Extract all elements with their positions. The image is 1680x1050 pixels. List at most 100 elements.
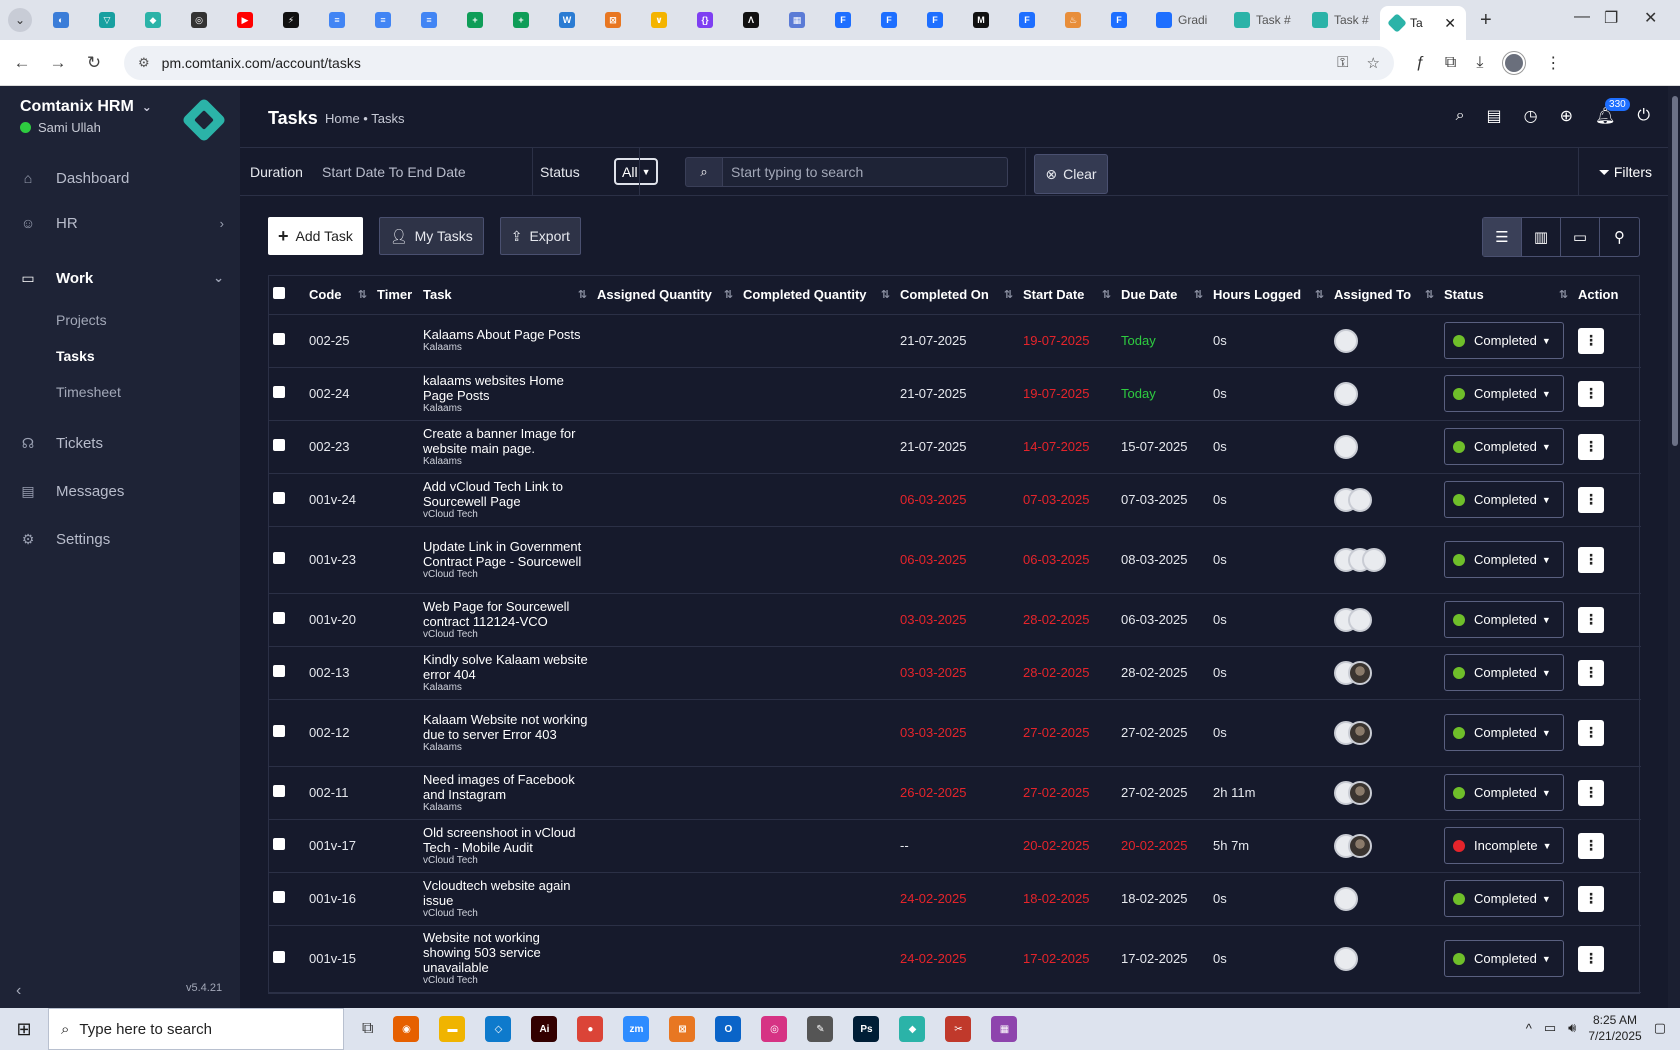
- taskbar-app-icon[interactable]: Ps: [853, 1016, 880, 1042]
- page-scrollbar[interactable]: [1668, 86, 1680, 1008]
- search-input[interactable]: [723, 157, 1008, 187]
- table-row[interactable]: 001v-20 Web Page for Sourcewell contract …: [269, 593, 1641, 647]
- filters-button[interactable]: ⏷ Filters: [1599, 164, 1652, 181]
- column-header-task[interactable]: Task ⇅: [419, 276, 593, 315]
- calendar-view-icon[interactable]: ▭: [1561, 218, 1600, 256]
- kanban-view-icon[interactable]: ▥: [1522, 218, 1561, 256]
- status-dropdown[interactable]: Completed ▼: [1444, 601, 1564, 638]
- taskbar-app-icon[interactable]: ⊠: [669, 1016, 696, 1042]
- downloads-icon[interactable]: ⤓: [1476, 54, 1483, 72]
- browser-tab[interactable]: {}: [686, 5, 724, 35]
- row-actions-kebab-icon[interactable]: ⋮: [1578, 327, 1604, 354]
- browser-tab[interactable]: ◐: [42, 5, 80, 35]
- active-browser-tab[interactable]: Ta ✕: [1380, 6, 1466, 40]
- sidebar-subitem-tasks[interactable]: Tasks: [56, 348, 95, 364]
- row-actions-kebab-icon[interactable]: ⋮: [1578, 486, 1604, 513]
- browser-tab[interactable]: F: [1008, 5, 1046, 35]
- taskbar-app-icon[interactable]: ▬: [439, 1016, 466, 1042]
- row-actions-kebab-icon[interactable]: ⋮: [1578, 659, 1604, 686]
- status-dropdown[interactable]: Completed ▼: [1444, 714, 1564, 751]
- row-checkbox[interactable]: [273, 439, 285, 451]
- search-icon[interactable]: ⌕: [1456, 107, 1465, 125]
- status-dropdown[interactable]: Completed ▼: [1444, 541, 1564, 578]
- browser-tab[interactable]: F: [916, 5, 954, 35]
- task-title-link[interactable]: Vcloudtech website again issue: [423, 878, 589, 908]
- row-actions-kebab-icon[interactable]: ⋮: [1578, 433, 1604, 460]
- column-header-code[interactable]: Code ⇅: [305, 276, 373, 315]
- assignee-avatar[interactable]: [1348, 487, 1372, 512]
- notification-center-icon[interactable]: ▢: [1654, 1020, 1666, 1036]
- assignee-avatar[interactable]: [1334, 434, 1358, 459]
- task-title-link[interactable]: Update Link in Government Contract Page …: [423, 539, 589, 569]
- table-row[interactable]: 002-23 Create a banner Image for website …: [269, 420, 1641, 474]
- task-title-link[interactable]: Website not working showing 503 service …: [423, 930, 589, 975]
- list-view-icon[interactable]: ☰: [1483, 218, 1522, 256]
- assignee-avatar[interactable]: [1334, 328, 1358, 353]
- row-actions-kebab-icon[interactable]: ⋮: [1578, 719, 1604, 746]
- row-checkbox[interactable]: [273, 725, 285, 737]
- assignee-avatar[interactable]: [1348, 720, 1372, 745]
- task-title-link[interactable]: kalaams websites Home Page Posts: [423, 373, 589, 403]
- row-actions-kebab-icon[interactable]: ⋮: [1578, 779, 1604, 806]
- site-settings-icon[interactable]: ⚙: [138, 55, 150, 71]
- select-all-checkbox[interactable]: [273, 287, 285, 300]
- status-dropdown[interactable]: Completed ▼: [1444, 322, 1564, 359]
- sidebar-item-dashboard[interactable]: ⌂ Dashboard: [0, 158, 240, 198]
- sidebar-subitem-projects[interactable]: Projects: [56, 312, 107, 328]
- volume-icon[interactable]: 🔊︎: [1568, 1020, 1576, 1036]
- column-header-hours-logged[interactable]: Hours Logged ⇅: [1209, 276, 1330, 315]
- table-row[interactable]: 002-12 Kalaam Website not working due to …: [269, 699, 1641, 767]
- table-row[interactable]: 002-25 Kalaams About Page Posts Kalaams 21-…: [269, 314, 1641, 368]
- row-checkbox[interactable]: [273, 891, 285, 903]
- browser-tab[interactable]: Task #: [1224, 5, 1302, 35]
- row-actions-kebab-icon[interactable]: ⋮: [1578, 945, 1604, 972]
- my-tasks-button[interactable]: 👤︎ My Tasks: [378, 217, 484, 255]
- status-filter-select[interactable]: All ▼: [614, 158, 659, 185]
- sidebar-item-settings[interactable]: ⚙ Settings: [0, 519, 240, 559]
- task-title-link[interactable]: Create a banner Image for website main p…: [423, 426, 589, 456]
- assignee-avatar[interactable]: [1362, 547, 1386, 572]
- browser-tab[interactable]: F: [1100, 5, 1138, 35]
- sidebar-item-tickets[interactable]: ☊ Tickets: [0, 423, 240, 463]
- task-title-link[interactable]: Kalaam Website not working due to server…: [423, 712, 589, 742]
- column-header-due-date[interactable]: Due Date ⇅: [1117, 276, 1209, 315]
- browser-menu-kebab-icon[interactable]: ⋮: [1545, 53, 1561, 73]
- task-view-icon[interactable]: ⧉: [362, 1020, 373, 1038]
- taskbar-app-icon[interactable]: zm: [623, 1016, 650, 1042]
- sidebar-item-hr[interactable]: ☺ HR ›: [0, 203, 240, 243]
- notifications-button[interactable]: 🔔︎ 330: [1595, 98, 1630, 126]
- taskbar-app-icon[interactable]: ✎: [807, 1016, 834, 1042]
- sidebar-subitem-timesheet[interactable]: Timesheet: [56, 384, 121, 400]
- sidebar-item-messages[interactable]: ▤ Messages: [0, 471, 240, 511]
- table-row[interactable]: 001v-23 Update Link in Government Contrac…: [269, 526, 1641, 594]
- scrollbar-thumb[interactable]: [1672, 96, 1678, 446]
- date-range-picker[interactable]: Start Date To End Date: [322, 164, 466, 180]
- column-header-completed-quantity[interactable]: Completed Quantity ⇅: [739, 276, 896, 315]
- browser-tab[interactable]: +: [456, 5, 494, 35]
- url-field[interactable]: ⚙ pm.comtanix.com/account/tasks ⚿ ☆: [124, 45, 1394, 80]
- table-row[interactable]: 001v-15 Website not working showing 503 s…: [269, 925, 1641, 993]
- table-row[interactable]: 002-13 Kindly solve Kalaam website error …: [269, 646, 1641, 700]
- new-tab-plus-icon[interactable]: +: [1480, 9, 1492, 32]
- assignee-avatar[interactable]: [1334, 381, 1358, 406]
- row-checkbox[interactable]: [273, 665, 285, 677]
- windows-start-icon[interactable]: ⊞: [0, 1019, 48, 1040]
- taskbar-app-icon[interactable]: ◇: [485, 1016, 512, 1042]
- status-dropdown[interactable]: Completed ▼: [1444, 654, 1564, 691]
- taskbar-app-icon[interactable]: ✂: [945, 1016, 972, 1042]
- browser-tab[interactable]: W: [548, 5, 586, 35]
- assignee-avatar[interactable]: [1348, 660, 1372, 685]
- task-title-link[interactable]: Add vCloud Tech Link to Sourcewell Page: [423, 479, 589, 509]
- collapse-sidebar-icon[interactable]: ‹: [16, 982, 21, 1000]
- clear-filters-button[interactable]: ⊗ Clear: [1034, 154, 1108, 194]
- row-checkbox[interactable]: [273, 386, 285, 398]
- status-dropdown[interactable]: Completed ▼: [1444, 880, 1564, 917]
- clock-icon[interactable]: ◷: [1524, 106, 1538, 126]
- assignee-avatar[interactable]: [1334, 886, 1358, 911]
- close-window-icon[interactable]: ✕: [1644, 8, 1657, 28]
- tab-search-chevron-icon[interactable]: ⌄: [8, 8, 32, 32]
- column-header-assigned-quantity[interactable]: Assigned Quantity ⇅: [593, 276, 739, 315]
- table-row[interactable]: 001v-24 Add vCloud Tech Link to Sourcewel…: [269, 473, 1641, 527]
- row-checkbox[interactable]: [273, 333, 285, 345]
- column-header-assigned-to[interactable]: Assigned To ⇅: [1330, 276, 1440, 315]
